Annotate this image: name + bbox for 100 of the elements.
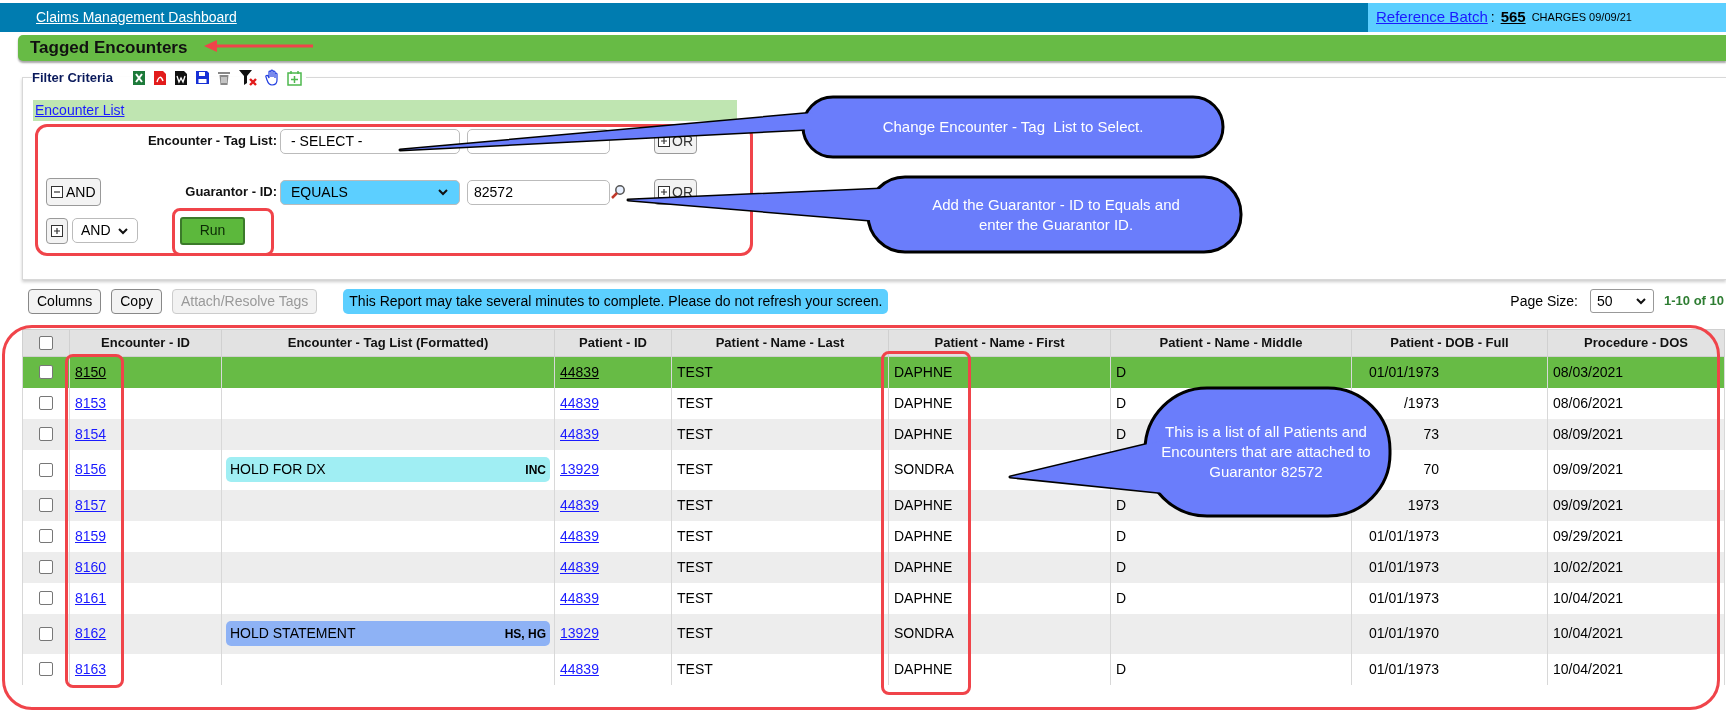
row-checkbox[interactable]: [39, 591, 53, 605]
batch-number-link[interactable]: 565: [1500, 6, 1526, 29]
table-cell: TEST: [677, 363, 713, 380]
column-header[interactable]: Patient - Name - Middle: [1110, 329, 1352, 357]
join-select[interactable]: AND: [72, 218, 138, 243]
table-cell: 08/06/2021: [1553, 394, 1624, 411]
page-title: Tagged Encounters: [30, 37, 188, 60]
excel-export-icon[interactable]: [131, 69, 146, 86]
table-cell: D: [1116, 394, 1127, 411]
run-button[interactable]: Run: [180, 216, 245, 245]
row-checkbox[interactable]: [39, 396, 53, 410]
table-cell: 09/29/2021: [1553, 527, 1624, 544]
patient-link[interactable]: 44839: [560, 558, 599, 575]
table-cell: 70: [1423, 461, 1439, 477]
patient-link[interactable]: 44839: [560, 589, 599, 606]
row-checkbox[interactable]: [39, 462, 53, 477]
caret-icon: [117, 225, 129, 236]
table-cell: 10/04/2021: [1553, 589, 1624, 606]
patient-link[interactable]: 44839: [560, 496, 599, 513]
encounter-list-link[interactable]: Encounter List: [35, 99, 125, 121]
table-cell: DAPHNE: [894, 425, 953, 442]
callout-text: Change Encounter - Tag List to Select.: [882, 117, 1144, 137]
filter-criteria-label: Filter Criteria: [32, 69, 113, 87]
table-cell: TEST: [677, 394, 713, 411]
plus-box-icon: [51, 224, 63, 237]
encounter-link[interactable]: 8162: [75, 625, 107, 641]
encounter-link[interactable]: 8154: [75, 425, 107, 442]
table-cell: D: [1116, 527, 1127, 544]
table-cell: TEST: [677, 461, 713, 477]
add-group-button[interactable]: [46, 217, 68, 244]
column-header[interactable]: Encounter - ID: [69, 329, 222, 357]
table-cell: SONDRA: [894, 461, 954, 477]
encounter-link[interactable]: 8156: [75, 461, 107, 477]
table-cell: 73: [1423, 425, 1439, 442]
table-cell: D: [1116, 363, 1127, 380]
encounter-link[interactable]: 8157: [75, 496, 107, 513]
row-checkbox[interactable]: [39, 427, 53, 441]
and-group-button[interactable]: AND: [46, 178, 101, 206]
tag-pill: HOLD FOR DX INC: [226, 457, 550, 482]
hand-icon[interactable]: [264, 69, 280, 87]
table-cell: 1973: [1407, 496, 1439, 513]
table-cell: /1973: [1403, 394, 1439, 411]
value-field[interactable]: 82572: [467, 179, 610, 205]
action-button[interactable]: Copy: [111, 288, 162, 314]
trash-icon[interactable]: [216, 69, 231, 86]
dashboard-link[interactable]: Claims Management Dashboard: [36, 7, 237, 28]
row-checkbox[interactable]: [39, 529, 53, 543]
pdf-export-icon[interactable]: [152, 69, 167, 86]
patient-link[interactable]: 44839: [560, 363, 599, 380]
table-cell: TEST: [677, 625, 713, 641]
table-cell: DAPHNE: [894, 558, 953, 575]
table-cell: 09/09/2021: [1553, 496, 1624, 513]
select-all-checkbox[interactable]: [39, 336, 53, 350]
column-header[interactable]: Patient - Name - First: [888, 329, 1111, 357]
table-cell: 10/04/2021: [1553, 660, 1624, 677]
operator-select[interactable]: - SELECT -: [280, 128, 460, 154]
search-icon[interactable]: [610, 184, 626, 200]
patient-link[interactable]: 44839: [560, 527, 599, 544]
column-header[interactable]: Procedure - DOS: [1547, 329, 1725, 357]
operator-select[interactable]: EQUALS: [280, 179, 460, 205]
row-checkbox[interactable]: [39, 662, 53, 676]
table-cell: 09/09/2021: [1553, 461, 1624, 477]
caret-icon: [437, 187, 449, 197]
row-checkbox[interactable]: [39, 498, 53, 512]
table-cell: 08/09/2021: [1553, 425, 1624, 442]
caret-icon: [1635, 296, 1647, 306]
column-header[interactable]: Encounter - Tag List (Formatted): [221, 329, 555, 357]
encounter-link[interactable]: 8160: [75, 558, 107, 575]
patient-link[interactable]: 13929: [560, 461, 599, 477]
patient-link[interactable]: 44839: [560, 394, 599, 411]
encounter-link[interactable]: 8159: [75, 527, 107, 544]
row-checkbox[interactable]: [39, 560, 53, 574]
clear-filter-icon[interactable]: [237, 68, 258, 87]
patient-link[interactable]: 13929: [560, 625, 599, 641]
table-cell: TEST: [677, 496, 713, 513]
row-checkbox[interactable]: [39, 626, 53, 641]
column-header[interactable]: Patient - ID: [554, 329, 672, 357]
table-cell: 08/03/2021: [1553, 363, 1624, 380]
encounter-link[interactable]: 8150: [75, 363, 107, 380]
encounter-link[interactable]: 8153: [75, 394, 107, 411]
column-header[interactable]: Patient - Name - Last: [671, 329, 889, 357]
table-cell: TEST: [677, 589, 713, 606]
add-calendar-icon[interactable]: [286, 69, 302, 86]
save-icon[interactable]: [194, 70, 210, 86]
encounter-link[interactable]: 8163: [75, 660, 107, 677]
patient-link[interactable]: 44839: [560, 660, 599, 677]
patient-link[interactable]: 44839: [560, 425, 599, 442]
row-checkbox[interactable]: [39, 365, 53, 380]
batch-info: CHARGES 09/09/21: [1531, 10, 1632, 26]
table-cell: TEST: [677, 527, 713, 544]
action-button[interactable]: Columns: [28, 288, 102, 314]
word-export-icon[interactable]: [173, 69, 188, 86]
notice-banner: This Report may take several minutes to complete. Please do not refresh your screen.: [343, 288, 889, 314]
encounter-link[interactable]: 8161: [75, 589, 107, 606]
column-header[interactable]: Patient - DOB - Full: [1351, 329, 1548, 357]
table-cell: D: [1116, 660, 1127, 677]
table-cell: DAPHNE: [894, 589, 953, 606]
table-cell: 01/01/1973: [1368, 589, 1439, 606]
page-size-select[interactable]: 50: [1590, 289, 1654, 313]
reference-batch-link[interactable]: Reference Batch: [1376, 6, 1488, 29]
